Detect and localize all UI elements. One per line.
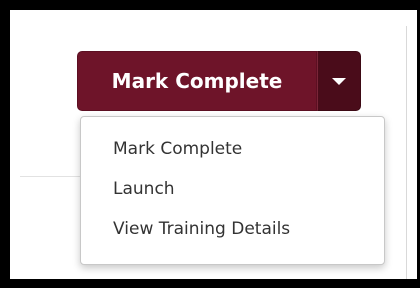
dropdown-toggle-button[interactable] (317, 51, 361, 111)
mark-complete-button[interactable]: Mark Complete (77, 51, 317, 111)
caret-down-icon (332, 77, 346, 85)
mark-complete-split-button: Mark Complete (77, 51, 361, 111)
screenshot-frame: Mark Complete Mark Complete Launch View … (0, 0, 420, 288)
panel-divider-vertical (406, 26, 407, 279)
actions-dropdown-menu: Mark Complete Launch View Training Detai… (80, 116, 385, 265)
menu-item-launch[interactable]: Launch (81, 169, 384, 209)
mark-complete-button-label: Mark Complete (111, 69, 283, 93)
menu-item-mark-complete[interactable]: Mark Complete (81, 129, 384, 169)
menu-item-view-training-details[interactable]: View Training Details (81, 209, 384, 249)
